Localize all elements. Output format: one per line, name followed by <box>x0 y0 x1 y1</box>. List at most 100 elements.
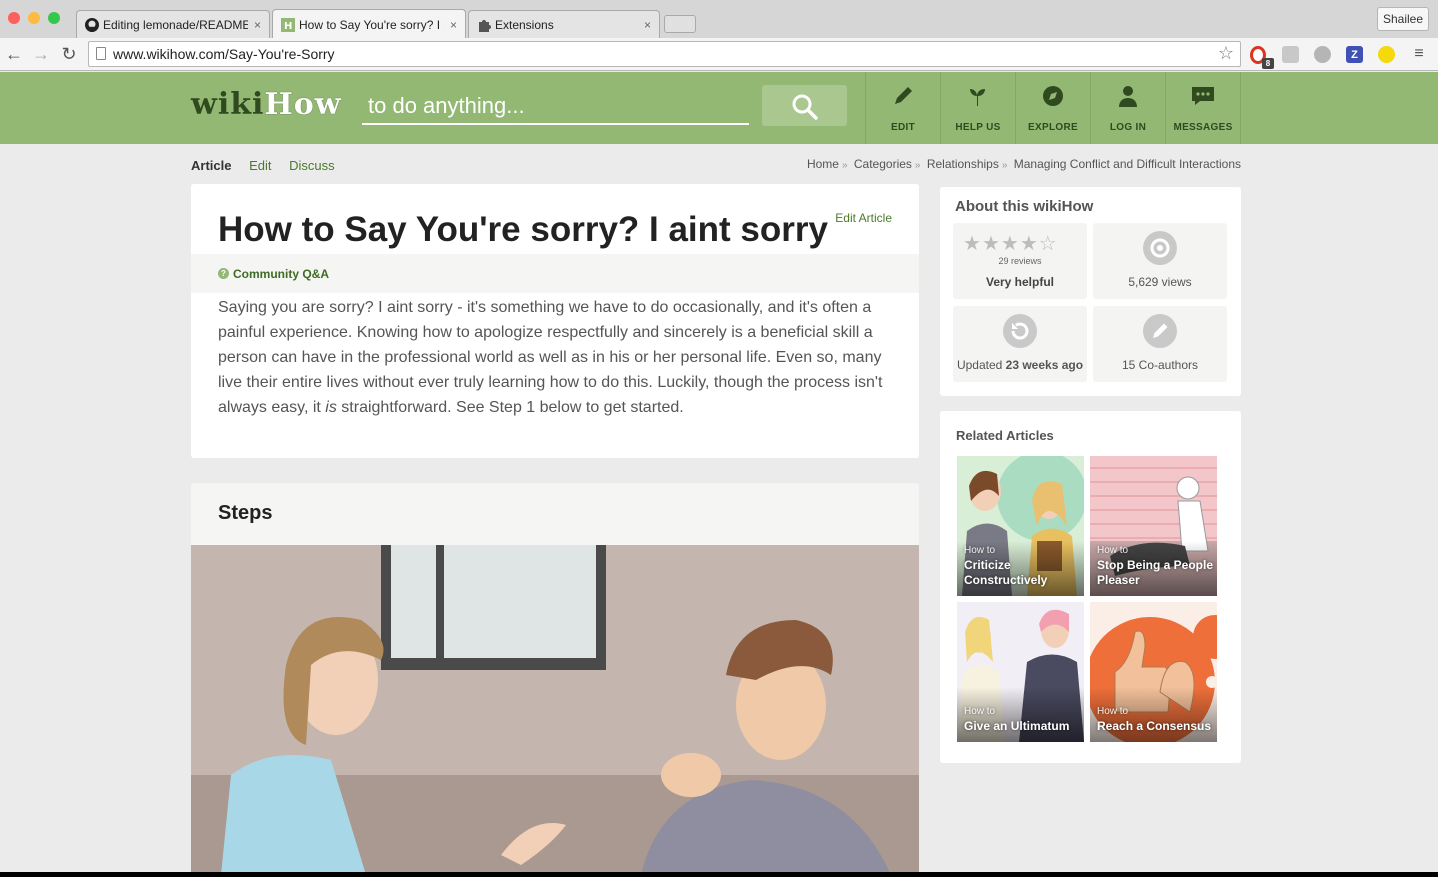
star-icons: ★★★★☆ <box>963 233 1058 255</box>
nav-messages[interactable]: MESSAGES <box>1165 72 1241 144</box>
steps-heading: Steps <box>218 502 273 524</box>
breadcrumb-separator: » <box>841 160 848 171</box>
search-button[interactable] <box>762 85 847 126</box>
related-heading: Related Articles <box>956 428 1054 443</box>
community-qa-link[interactable]: Community Q&A <box>233 267 329 281</box>
about-panel: About this wikiHow ★★★★☆ 29 reviews Very… <box>940 187 1241 396</box>
article-intro-card: How to Say You're sorry? I aint sorry Ed… <box>191 184 919 458</box>
views-icon <box>1143 231 1177 265</box>
sprout-icon <box>970 89 985 106</box>
back-icon[interactable]: ← <box>3 42 25 66</box>
related-prefix: How to <box>964 545 996 556</box>
browser-window: Editing lemonade/README.md × H How to Sa… <box>0 0 1438 872</box>
new-tab-button[interactable] <box>664 15 696 33</box>
tab-close-icon[interactable]: × <box>644 18 651 32</box>
updated-text: Updated 23 weeks ago <box>953 358 1087 372</box>
tab-github[interactable]: Editing lemonade/README.md × <box>76 10 270 38</box>
reviews-count: 29 reviews <box>998 256 1042 266</box>
about-heading: About this wikiHow <box>955 198 1094 215</box>
related-title: Stop Being a People Pleaser <box>1097 558 1214 587</box>
breadcrumb-categories[interactable]: Categories <box>854 157 912 171</box>
zoom-window-button[interactable] <box>48 12 60 24</box>
tab-discuss[interactable]: Discuss <box>289 158 335 173</box>
page-icon <box>96 47 106 60</box>
close-window-button[interactable] <box>8 12 20 24</box>
star-icon: ★ <box>1019 233 1039 255</box>
svg-text:H: H <box>284 21 292 32</box>
wikihow-logo[interactable]: wikiHow <box>191 87 342 122</box>
nav-help-us[interactable]: HELP US <box>940 72 1015 144</box>
tab-extensions[interactable]: Extensions × <box>468 10 660 38</box>
page-title: How to Say You're sorry? I aint sorry <box>218 210 828 249</box>
star-icon: ★ <box>963 233 982 255</box>
reload-icon[interactable]: ↻ <box>58 42 80 66</box>
rating-stars: ★★★★☆ <box>963 231 1058 256</box>
hat-extension-icon[interactable] <box>1314 46 1331 63</box>
coauthors-count: 15 Co-authors <box>1121 358 1199 372</box>
article-tabs: Article Edit Discuss <box>191 158 349 173</box>
nav-label: EDIT <box>891 122 915 133</box>
puzzle-icon <box>477 18 491 32</box>
address-bar[interactable]: www.wikihow.com/Say-You're-Sorry ☆ <box>88 41 1241 67</box>
intro-emphasis: is <box>325 399 337 416</box>
forward-icon[interactable]: → <box>30 42 52 66</box>
user-icon <box>1119 86 1137 107</box>
tab-close-icon[interactable]: × <box>254 18 261 32</box>
related-prefix: How to <box>964 706 996 717</box>
breadcrumb-separator: » <box>1001 160 1008 171</box>
step-illustration <box>191 545 919 872</box>
search-input[interactable] <box>362 89 749 125</box>
logo-wiki: wiki <box>191 87 265 122</box>
nav-log-in[interactable]: LOG IN <box>1090 72 1165 144</box>
nav-label: HELP US <box>955 122 1001 133</box>
nav-edit[interactable]: EDIT <box>865 72 940 144</box>
bookmark-star-icon[interactable]: ☆ <box>1218 43 1234 64</box>
related-title: Reach a Consensus <box>1097 719 1212 733</box>
browser-toolbar: ← → ↻ www.wikihow.com/Say-You're-Sorry ☆… <box>0 38 1438 71</box>
tab-title: How to Say You're sorry? I aint sorry <box>299 17 444 32</box>
intro-text-end: straightforward. See Step 1 below to get… <box>336 399 684 416</box>
breadcrumb-home[interactable]: Home <box>807 157 839 171</box>
breadcrumb-separator: » <box>914 160 921 171</box>
tab-wikihow[interactable]: H How to Say You're sorry? I aint sorry … <box>272 9 466 39</box>
profile-button[interactable]: Shailee <box>1377 7 1429 31</box>
coauthors-tile[interactable]: 15 Co-authors <box>1093 306 1227 382</box>
views-count: 5,629 views <box>1128 275 1192 289</box>
menu-icon[interactable]: ≡ <box>1408 42 1430 66</box>
related-title: Give an Ultimatum <box>964 719 1070 733</box>
edit-article-link[interactable]: Edit Article <box>835 211 892 225</box>
tab-article[interactable]: Article <box>191 158 231 173</box>
tab-close-icon[interactable]: × <box>450 18 457 32</box>
star-icon: ☆ <box>1038 233 1058 255</box>
related-prefix: How to <box>1097 545 1129 556</box>
z-extension-icon[interactable]: Z <box>1346 46 1363 63</box>
related-prefix: How to <box>1097 706 1129 717</box>
tab-edit[interactable]: Edit <box>249 158 271 173</box>
related-article-card[interactable]: How to Give an Ultimatum <box>957 602 1084 742</box>
views-tile: 5,629 views <box>1093 223 1227 299</box>
smiley-extension-icon[interactable] <box>1378 46 1395 63</box>
related-article-card[interactable]: How to Criticize Constructively <box>957 456 1084 596</box>
related-article-card[interactable]: How to Reach a Consensus <box>1090 602 1217 742</box>
breadcrumb-relationships[interactable]: Relationships <box>927 157 999 171</box>
site-header: wikiHow EDIT HELP US EXPLORE LOG IN MESS… <box>0 72 1438 144</box>
intro-paragraph: Saying you are sorry? I aint sorry - it'… <box>218 295 898 420</box>
related-caption: How to Give an Ultimatum <box>964 704 1069 734</box>
minimize-window-button[interactable] <box>28 12 40 24</box>
rating-tile[interactable]: ★★★★☆ 29 reviews Very helpful <box>953 223 1087 299</box>
breadcrumb-managing-conflict[interactable]: Managing Conflict and Difficult Interact… <box>1014 157 1241 171</box>
logo-how: How <box>264 87 342 122</box>
related-article-card[interactable]: How to Stop Being a People Pleaser <box>1090 456 1217 596</box>
related-caption: How to Stop Being a People Pleaser <box>1097 543 1217 588</box>
related-title: Criticize Constructively <box>964 558 1048 587</box>
steps-section: Steps <box>191 483 919 872</box>
nav-label: EXPLORE <box>1028 122 1078 133</box>
nav-explore[interactable]: EXPLORE <box>1015 72 1090 144</box>
extension-badge: 8 <box>1262 58 1274 69</box>
breadcrumb: Home» Categories» Relationships» Managin… <box>807 157 1241 171</box>
chat-icon <box>1192 87 1214 105</box>
tab-title: Extensions <box>495 17 554 32</box>
grey-extension-icon[interactable] <box>1282 46 1299 63</box>
related-caption: How to Reach a Consensus <box>1097 704 1211 734</box>
nav-label: MESSAGES <box>1173 122 1233 133</box>
